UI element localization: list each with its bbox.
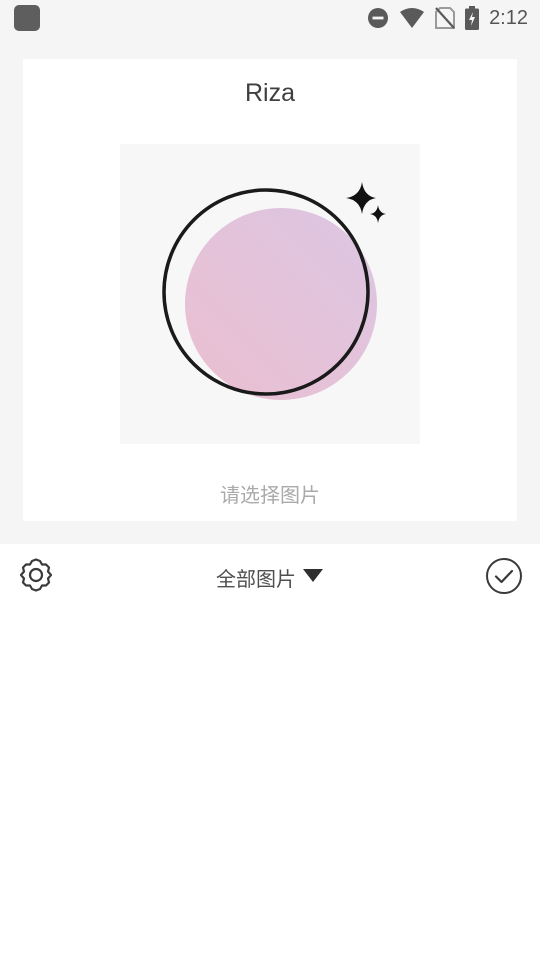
status-bar: 2:12 <box>0 0 540 36</box>
wifi-icon <box>399 7 425 29</box>
preview-card: Riza 请选择图片 <box>23 59 517 521</box>
gallery-area <box>0 610 540 960</box>
battery-charging-icon <box>465 6 480 30</box>
image-preview[interactable] <box>120 144 420 444</box>
app-notification-icon <box>14 5 40 31</box>
status-icons: 2:12 <box>367 6 528 30</box>
preview-area: Riza 请选择图片 <box>0 36 540 544</box>
album-label: 全部图片 <box>216 568 296 591</box>
bottom-toolbar: 全部图片 <box>0 544 540 610</box>
gear-icon <box>17 556 55 599</box>
status-time: 2:12 <box>489 6 528 29</box>
album-dropdown[interactable]: 全部图片 <box>200 562 340 592</box>
dropdown-triangle-icon <box>302 567 324 588</box>
do-not-disturb-icon <box>367 7 389 29</box>
settings-button[interactable] <box>14 556 58 599</box>
check-circle-icon <box>485 557 523 600</box>
sparkle-icon <box>346 182 386 223</box>
gradient-disc <box>185 208 377 400</box>
no-sim-icon <box>435 7 456 29</box>
confirm-button[interactable] <box>484 557 524 600</box>
select-image-hint: 请选择图片 <box>220 485 320 507</box>
card-title: Riza <box>244 79 295 107</box>
